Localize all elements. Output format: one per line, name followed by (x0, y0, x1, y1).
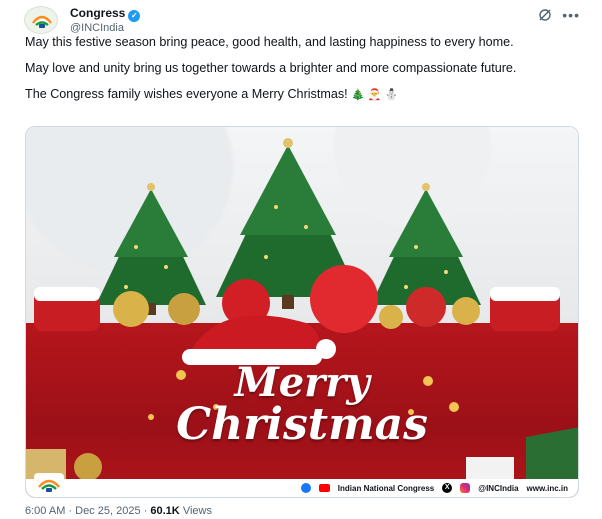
youtube-icon (318, 484, 330, 492)
gift-sack-left (34, 287, 100, 331)
greeting-christmas: Christmas (176, 399, 428, 450)
image-footer-bar: Indian National Congress X @INCIndia www… (26, 479, 578, 497)
views-count: 60.1K (150, 505, 180, 517)
tweet-header: Congress ✓ @INCIndia ••• (24, 4, 582, 36)
congress-logo-icon (32, 15, 52, 28)
meta-separator-2: · (143, 505, 148, 517)
facebook-icon (300, 483, 311, 493)
display-name-text[interactable]: Congress (70, 6, 125, 20)
verified-badge-icon: ✓ (128, 10, 141, 22)
tweet-meta: 6:00 AM · Dec 25, 2025 · 60.1K Views (25, 505, 212, 518)
x-icon: X (442, 483, 453, 493)
avatar[interactable] (24, 6, 58, 34)
author-names: Congress ✓ @INCIndia (70, 6, 141, 35)
santa-hat (182, 315, 336, 365)
grok-icon[interactable] (538, 8, 552, 22)
tweet-text: May this festive season bring peace, goo… (25, 34, 585, 113)
footer-site: www.inc.in (526, 483, 568, 493)
tweet-time[interactable]: 6:00 AM (25, 505, 65, 517)
header-actions: ••• (538, 8, 580, 22)
gift-sack-right (490, 287, 560, 331)
more-icon[interactable]: ••• (562, 8, 580, 22)
author-display-name[interactable]: Congress ✓ (70, 6, 141, 22)
tweet-date[interactable]: Dec 25, 2025 (75, 505, 140, 517)
tweet-paragraph-3-text: The Congress family wishes everyone a Me… (25, 87, 348, 101)
footer-name: Indian National Congress (337, 483, 435, 493)
tweet-paragraph-1: May this festive season bring peace, goo… (25, 35, 514, 49)
tweet-media-image[interactable]: Merry Christmas Indian National Congress… (25, 126, 579, 498)
footer-congress-logo-icon (34, 473, 64, 495)
tweet-paragraph-3: The Congress family wishes everyone a Me… (25, 86, 585, 103)
instagram-icon (460, 483, 471, 493)
tweet-card: Congress ✓ @INCIndia ••• May this festive… (8, 0, 594, 519)
views-label: Views (182, 505, 212, 517)
tweet-emojis: 🎄 🎅 ⛄ (351, 89, 399, 101)
footer-handle: @INCIndia (478, 483, 519, 493)
meta-separator-1: · (68, 505, 73, 517)
tweet-paragraph-2: May love and unity bring us together tow… (25, 61, 517, 75)
